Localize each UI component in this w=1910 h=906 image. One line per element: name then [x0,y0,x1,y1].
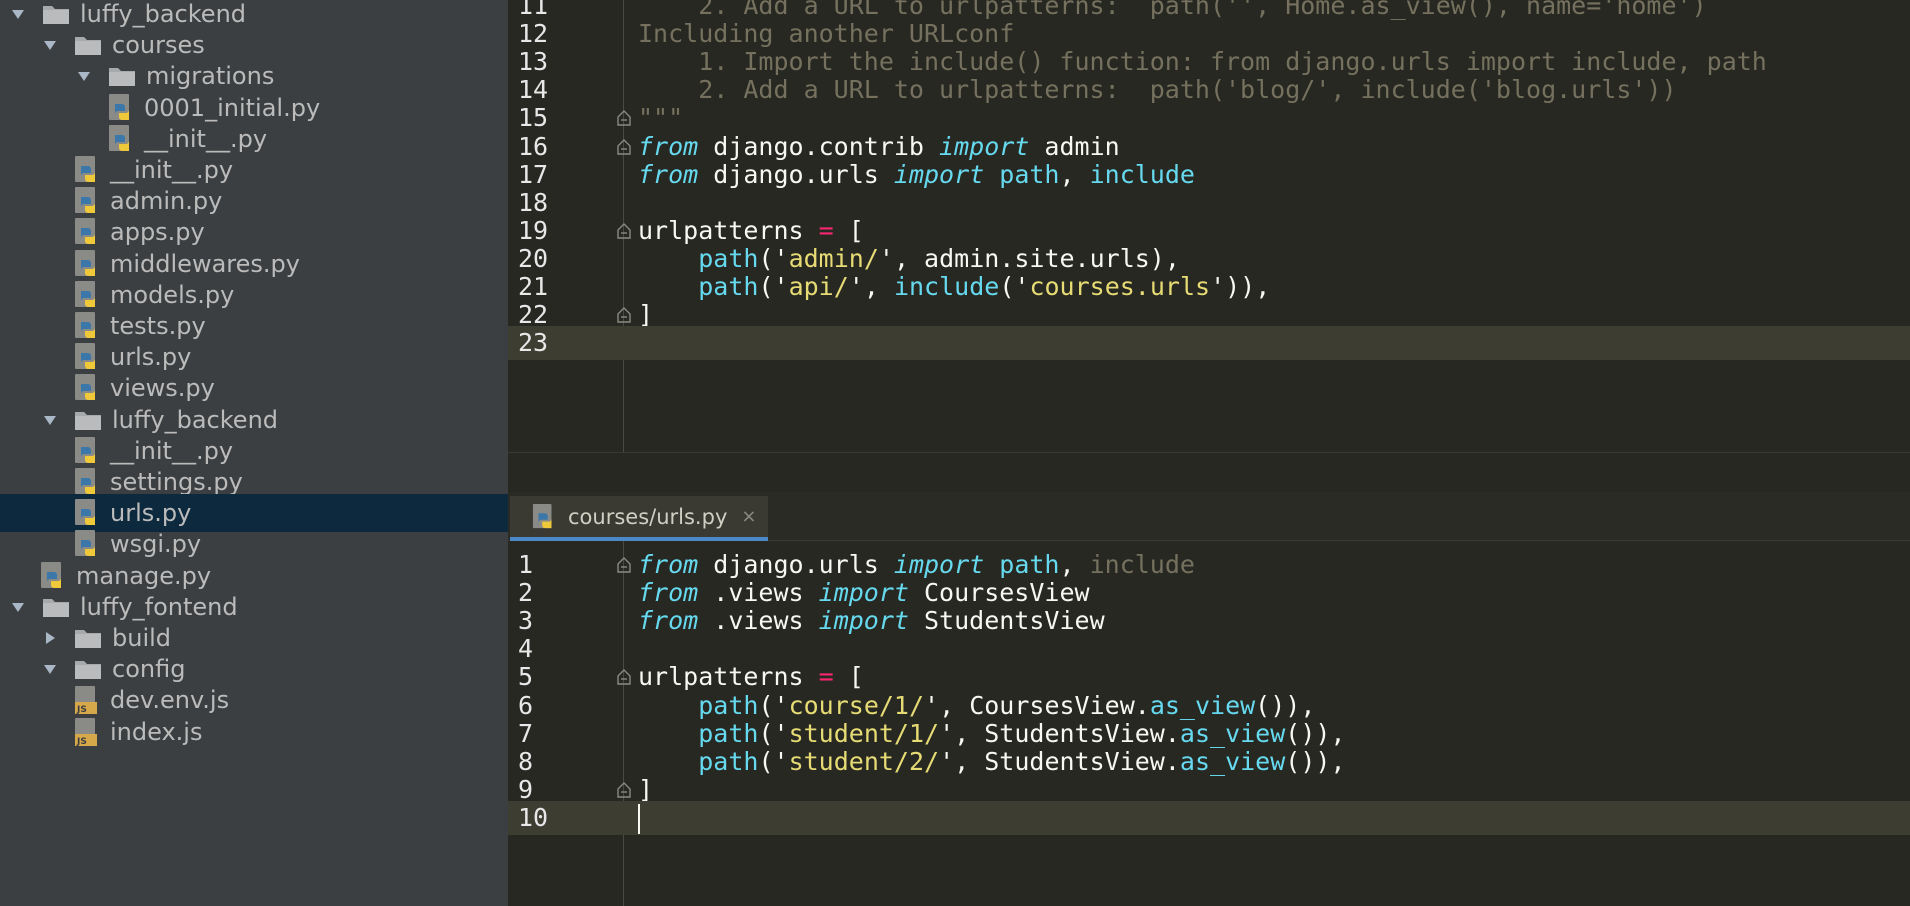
javascript-file-icon: JS [75,717,97,747]
javascript-file-icon: JS [75,686,97,715]
fold-marker-icon[interactable] [616,222,632,240]
line-number: 10 [518,802,549,832]
fold-marker-icon[interactable] [616,668,632,686]
folder-icon [75,37,101,56]
python-file-icon [75,343,95,370]
python-file-icon [109,124,129,151]
folder-icon [75,630,101,648]
tree-item-label: index.js [110,717,203,746]
editor-pane-bottom[interactable]: 1 from django.urls import path, include 2 f… [508,541,1910,906]
folder-icon [75,661,101,680]
python-file-icon [75,187,95,214]
project-tree: luffy_backend courses migrations 0001_initi… [0,0,508,906]
tab-courses-urls[interactable]: courses/urls.py × [510,496,769,541]
editor-split-divider[interactable] [508,452,1910,453]
text-cursor [638,803,640,834]
tab-label: courses/urls.py [568,504,728,529]
python-file-icon [109,93,129,120]
python-file-icon [75,468,95,494]
python-file-icon [41,561,61,588]
chevron-right-icon[interactable] [40,628,60,648]
tree-file[interactable]: JS index.js [0,713,508,751]
close-icon[interactable]: × [741,506,756,527]
python-file-icon [75,280,95,307]
python-file-icon [75,312,95,338]
editor-split-gap [508,452,1910,492]
fold-marker-icon[interactable] [616,109,632,127]
chevron-down-icon[interactable] [40,35,60,55]
python-file-icon [532,503,552,528]
svg-text:JS: JS [76,737,87,747]
folder-icon [43,6,69,24]
chevron-down-icon[interactable] [40,410,60,430]
python-file-icon [75,374,95,401]
line-number: 23 [518,328,549,358]
folder-icon [109,68,135,87]
fold-marker-icon[interactable] [616,306,632,324]
fold-marker-icon[interactable] [616,138,632,156]
editor-tab-bar: courses/urls.py × [508,492,1910,541]
python-file-icon [75,530,95,557]
chevron-down-icon[interactable] [40,659,60,679]
fold-marker-icon[interactable] [616,556,632,574]
chevron-down-icon[interactable] [8,597,28,617]
python-file-icon [75,218,95,245]
code-line[interactable]: 23 [508,326,1910,361]
python-file-icon [75,499,95,526]
chevron-down-icon[interactable] [8,4,28,24]
folder-icon [75,411,101,430]
python-file-icon [75,156,95,182]
chevron-down-icon[interactable] [74,66,94,86]
fold-marker-icon[interactable] [616,781,632,799]
python-file-icon [75,249,95,276]
code-text [638,801,640,835]
python-file-icon [75,436,95,463]
folder-icon [43,598,69,617]
editor-pane-top[interactable]: 11 2. Add a URL to urlpatterns: path('',… [508,0,1910,452]
code-line[interactable]: 10 [508,800,1910,835]
